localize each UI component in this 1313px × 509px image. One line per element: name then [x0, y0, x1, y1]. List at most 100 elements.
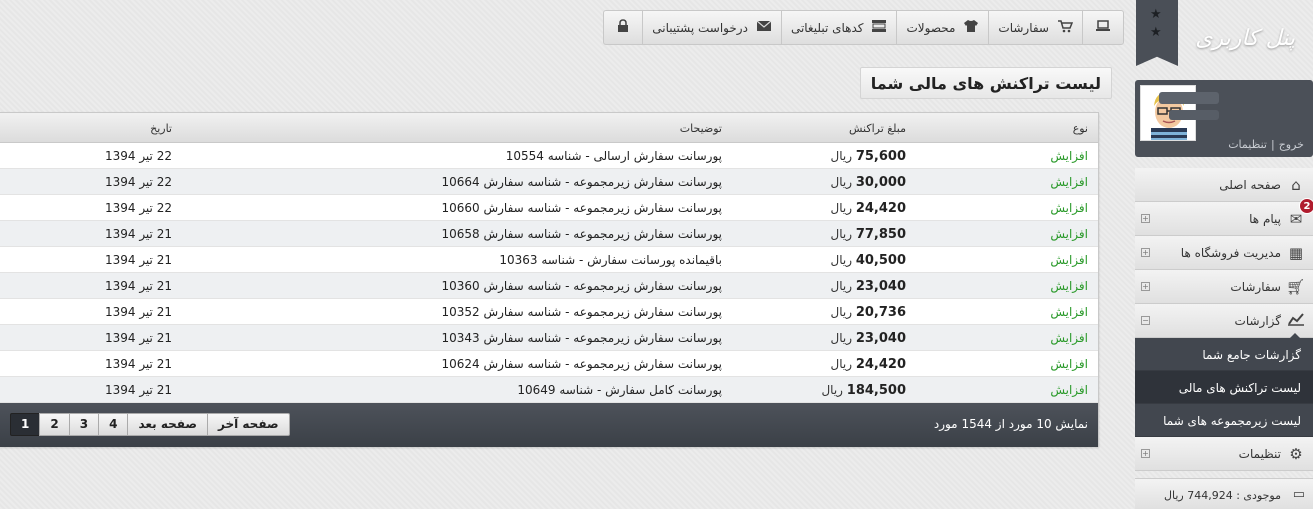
orders-label: سفارشات	[998, 20, 1049, 35]
support-request-button[interactable]: درخواست پشتیبانی	[642, 11, 781, 44]
collapse-icon[interactable]: −	[1141, 316, 1150, 325]
column-header-description[interactable]: توضیحات	[680, 122, 722, 135]
profile-name-blurred	[1159, 92, 1219, 120]
envelope-icon	[756, 20, 772, 36]
balance-bar: ▭ موجودی : 744,924 ریال	[1135, 478, 1313, 509]
products-button[interactable]: محصولات	[896, 11, 988, 44]
orders-button[interactable]: سفارشات	[988, 11, 1082, 44]
amount-value: 40,500	[855, 253, 906, 268]
sidebar-item-settings[interactable]: ⚙ تنظیمات +	[1135, 437, 1313, 471]
sidebar-item-label: مدیریت فروشگاه ها	[1180, 246, 1281, 260]
next-page-button[interactable]: صفحه بعد	[127, 413, 207, 436]
page-3-button[interactable]: 3	[68, 413, 99, 436]
cell-date: 21 تیر 1394	[104, 357, 172, 371]
page-1-button[interactable]: 1	[10, 413, 40, 436]
page-2-button[interactable]: 2	[39, 413, 69, 436]
table-row: افزایش 77,850 ریال پورسانت سفارش زیرمجموعه…	[0, 221, 1098, 247]
sidebar-item-reports[interactable]: گزارشات −	[1135, 304, 1313, 338]
top-toolbar: سفارشات محصولات کدهای تبلیغاتی درخواست پ…	[603, 10, 1124, 45]
amount-value: 24,420	[855, 201, 906, 216]
lock-button[interactable]	[604, 11, 642, 44]
table-row: افزایش 20,736 ریال پورسانت سفارش زیرمجموعه…	[0, 299, 1098, 325]
reports-submenu: گزارشات جامع شما لیست تراکنش های مالی لی…	[1135, 333, 1313, 437]
money-icon: ▭	[1292, 487, 1305, 502]
sidebar-menu: ⌂ صفحه اصلی ✉ 2 پیام ها + ▦ مدیریت فروشگ…	[1135, 168, 1313, 471]
table-row: افزایش 184,500 ریال پورسانت کامل سفارش - ش…	[0, 377, 1098, 403]
column-header-type[interactable]: نوع	[1073, 122, 1088, 135]
cell-type: افزایش	[1050, 331, 1088, 345]
settings-link[interactable]: تنظیمات	[1226, 138, 1269, 151]
cell-description: پورسانت سفارش زیرمجموعه - شناسه سفارش 10…	[441, 305, 722, 319]
cell-description: پورسانت کامل سفارش - شناسه 10649	[517, 383, 722, 397]
amount-value: 20,736	[855, 305, 906, 320]
sidebar-item-label: تنظیمات	[1238, 447, 1281, 461]
currency-label: ریال	[830, 201, 852, 215]
results-count: نمایش 10 مورد از 1544 مورد	[933, 417, 1088, 431]
cell-amount: 23,040 ریال	[830, 331, 906, 346]
submenu-item-overview[interactable]: گزارشات جامع شما	[1135, 333, 1313, 371]
cell-amount: 23,040 ریال	[830, 279, 906, 294]
currency-label: ریال	[830, 305, 852, 319]
cell-date: 21 تیر 1394	[104, 383, 172, 397]
amount-value: 23,040	[855, 279, 906, 294]
currency-label: ریال	[830, 149, 852, 163]
star-icon: ★	[1150, 7, 1162, 22]
page-4-button[interactable]: 4	[98, 413, 128, 436]
cell-date: 21 تیر 1394	[104, 305, 172, 319]
expand-icon[interactable]: +	[1141, 449, 1150, 458]
table-footer: نمایش 10 مورد از 1544 مورد صفحه آخر صفحه…	[0, 403, 1098, 447]
sidebar-item-label: پیام ها	[1249, 212, 1281, 226]
cell-type: افزایش	[1050, 357, 1088, 371]
chart-icon	[1287, 312, 1305, 330]
last-page-button[interactable]: صفحه آخر	[206, 413, 290, 436]
submenu-item-transactions[interactable]: لیست تراکنش های مالی	[1135, 371, 1313, 404]
expand-icon[interactable]: +	[1141, 248, 1150, 257]
table-row: افزایش 23,040 ریال پورسانت سفارش زیرمجموعه…	[0, 273, 1098, 299]
cell-type: افزایش	[1050, 305, 1088, 319]
cell-description: پورسانت سفارش زیرمجموعه - شناسه سفارش 10…	[441, 331, 722, 345]
table-header: نوع مبلغ تراکنش توضیحات تاریخ	[0, 113, 1098, 143]
sidebar-item-label: صفحه اصلی	[1219, 178, 1281, 192]
cart-icon	[1057, 19, 1074, 37]
amount-value: 77,850	[855, 227, 906, 242]
cell-date: 22 تیر 1394	[104, 175, 172, 189]
logout-link[interactable]: خروج	[1277, 138, 1306, 151]
cell-amount: 30,000 ریال	[830, 175, 906, 190]
shirt-icon	[963, 19, 979, 37]
grid-icon: ▦	[1288, 244, 1304, 262]
cell-amount: 24,420 ریال	[830, 357, 906, 372]
sidebar-item-messages[interactable]: ✉ 2 پیام ها +	[1135, 198, 1313, 236]
promo-codes-button[interactable]: کدهای تبلیغاتی	[780, 11, 897, 44]
page: ★ ★ پنل کاربری خروج|تنظیمات ⌂ صفحه اصلی …	[0, 0, 1313, 509]
star-icon: ★	[1150, 25, 1162, 40]
cell-date: 22 تیر 1394	[104, 149, 172, 163]
cell-type: افزایش	[1050, 149, 1088, 163]
cell-amount: 24,420 ریال	[830, 201, 906, 216]
bookmark-ribbon[interactable]: ★ ★	[1136, 0, 1178, 66]
cell-date: 21 تیر 1394	[104, 253, 172, 267]
expand-icon[interactable]: +	[1141, 214, 1150, 223]
sidebar-item-label: سفارشات	[1230, 280, 1281, 294]
cell-amount: 184,500 ریال	[821, 383, 906, 398]
expand-icon[interactable]: +	[1141, 282, 1150, 291]
table-body: افزایش 75,600 ریال پورسانت سفارش ارسالی - …	[0, 143, 1098, 403]
sidebar: ★ ★ پنل کاربری خروج|تنظیمات ⌂ صفحه اصلی …	[1134, 0, 1313, 509]
column-header-date[interactable]: تاریخ	[150, 122, 172, 135]
barcode-icon	[871, 19, 887, 37]
currency-label: ریال	[821, 383, 843, 397]
page-title: لیست تراکنش های مالی شما	[859, 67, 1112, 99]
sidebar-item-home[interactable]: ⌂ صفحه اصلی	[1135, 168, 1313, 202]
sidebar-item-stores[interactable]: ▦ مدیریت فروشگاه ها +	[1135, 236, 1313, 270]
gear-icon: ⚙	[1289, 445, 1303, 463]
cell-date: 21 تیر 1394	[104, 279, 172, 293]
submenu-item-label: لیست تراکنش های مالی	[1178, 381, 1301, 395]
column-header-amount[interactable]: مبلغ تراکنش	[849, 122, 906, 135]
cell-type: افزایش	[1050, 383, 1088, 397]
cell-type: افزایش	[1050, 175, 1088, 189]
cell-amount: 77,850 ریال	[830, 227, 906, 242]
dashboard-button[interactable]	[1082, 11, 1123, 44]
submenu-item-subsets[interactable]: لیست زیرمجموعه های شما	[1135, 404, 1313, 437]
support-request-label: درخواست پشتیبانی	[652, 20, 748, 35]
sidebar-item-orders[interactable]: 🛒︎ سفارشات +	[1135, 270, 1313, 304]
currency-label: ریال	[830, 253, 852, 267]
